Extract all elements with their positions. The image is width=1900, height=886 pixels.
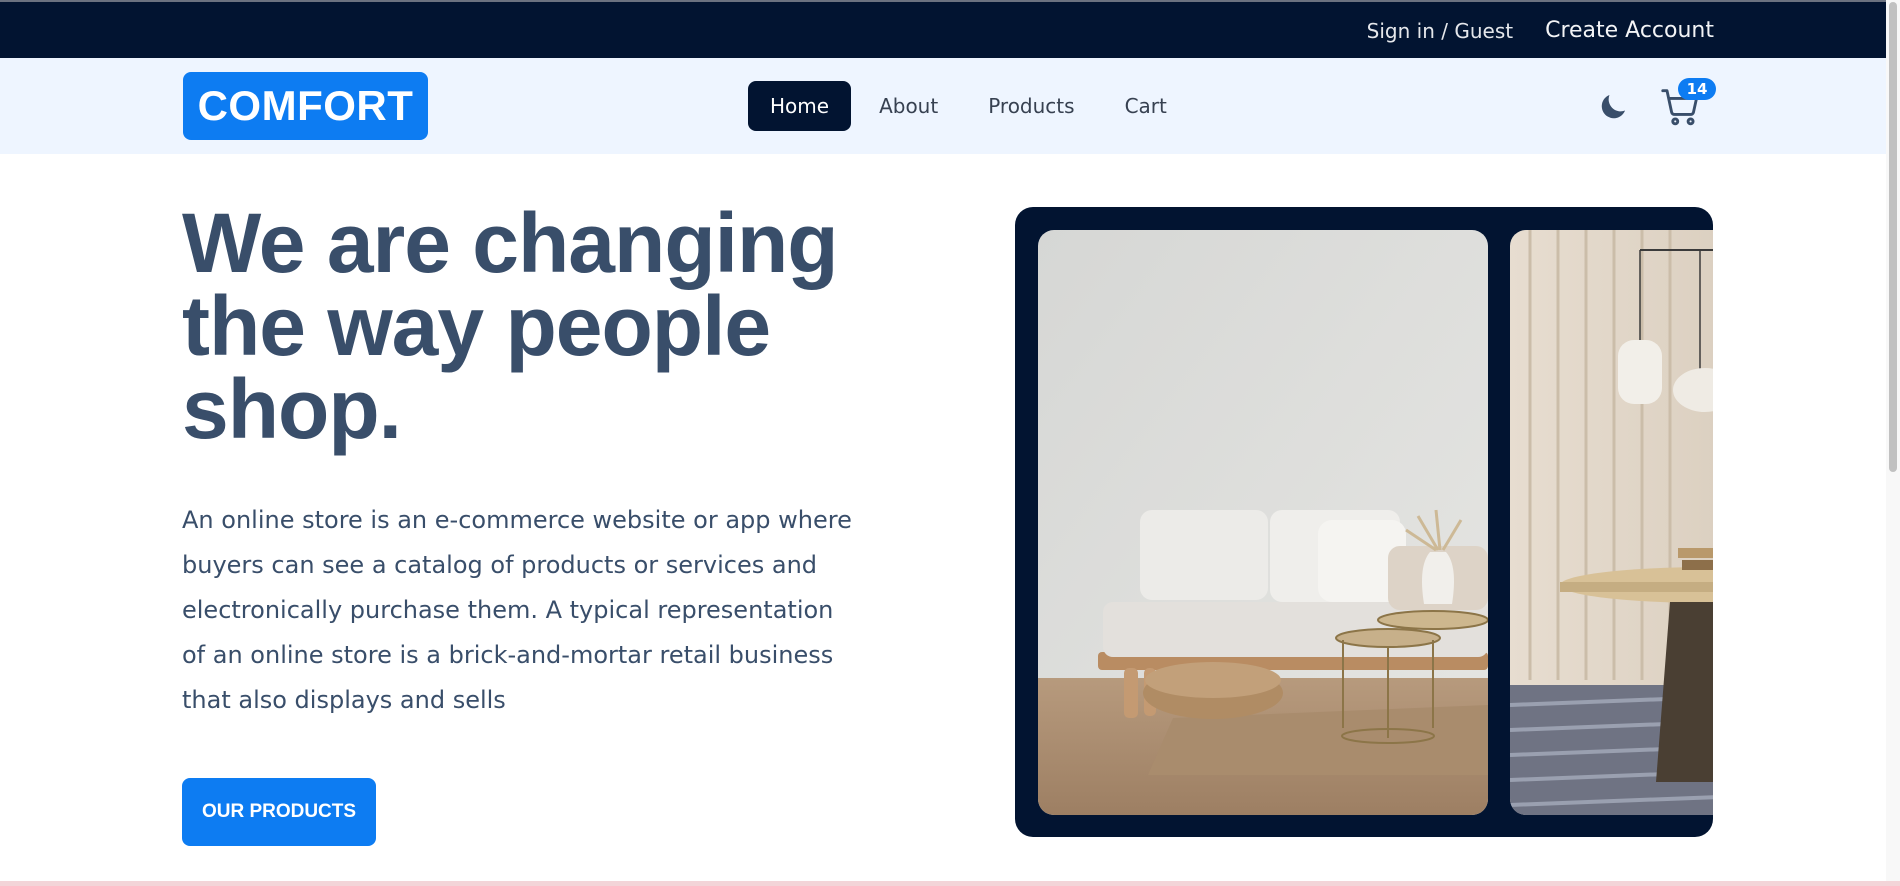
sign-in-link[interactable]: Sign in / Guest xyxy=(1367,19,1513,43)
create-account-link[interactable]: Create Account xyxy=(1545,18,1714,43)
top-bar-links: Sign in / Guest Create Account xyxy=(1367,18,1714,43)
cart-count-badge: 14 xyxy=(1678,78,1716,100)
carousel-image-living-room[interactable] xyxy=(1038,230,1488,815)
hero-title: We are changing the way people shop. xyxy=(182,196,839,456)
nav-home[interactable]: Home xyxy=(748,81,852,131)
scrollbar-thumb[interactable] xyxy=(1889,2,1897,472)
top-bar: Sign in / Guest Create Account xyxy=(0,0,1900,58)
navbar: COMFORT Home About Products Cart 14 xyxy=(0,58,1900,154)
page-scrollbar[interactable] xyxy=(1886,0,1900,886)
carousel-image-dining-room[interactable] xyxy=(1510,230,1713,815)
hero-description: An online store is an e-commerce website… xyxy=(182,506,852,714)
hero-carousel[interactable] xyxy=(1015,207,1713,837)
main-nav: Home About Products Cart xyxy=(748,81,1189,131)
our-products-button[interactable]: OUR PRODUCTS xyxy=(182,778,376,846)
nav-products[interactable]: Products xyxy=(966,81,1096,131)
bottom-divider xyxy=(0,881,1900,886)
moon-icon[interactable] xyxy=(1596,90,1630,124)
nav-cart[interactable]: Cart xyxy=(1103,81,1189,131)
logo[interactable]: COMFORT xyxy=(183,72,428,140)
nav-about[interactable]: About xyxy=(857,81,960,131)
